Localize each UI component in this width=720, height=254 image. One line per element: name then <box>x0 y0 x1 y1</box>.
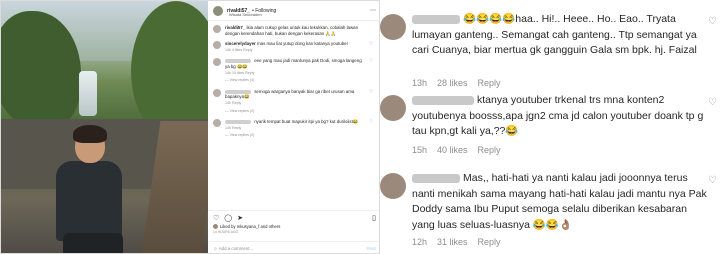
instagram-post: rivaldi57_ • Following Wisata Sekuraden … <box>0 0 380 254</box>
add-comment-bar: ☺ Add a comment... Post <box>208 241 379 253</box>
heart-icon[interactable]: ♡ <box>369 119 373 139</box>
avatar[interactable] <box>213 88 221 97</box>
blurred-username <box>412 95 474 105</box>
photo-person-hair <box>73 125 107 143</box>
comment-meta: 14h Reply <box>225 100 242 105</box>
comment-time: 12h <box>412 237 428 247</box>
avatar[interactable] <box>213 41 221 50</box>
share-icon[interactable]: ➤ <box>237 214 243 222</box>
comment-likes[interactable]: 31 likes <box>437 237 468 247</box>
comment-time: 13h <box>412 78 428 88</box>
view-replies-link[interactable]: — View replies (2) <box>225 133 367 139</box>
post-sidebar: rivaldi57_ • Following Wisata Sekuraden … <box>208 1 379 253</box>
caption: rivaldi57_ ikia alam cukup gelas untuk k… <box>213 25 376 36</box>
blurred-username <box>225 89 251 94</box>
bookmark-icon[interactable]: ▯ <box>372 214 376 222</box>
blurred-username <box>412 14 460 24</box>
post-comment-button[interactable]: Post <box>366 246 376 251</box>
avatar[interactable] <box>213 25 221 33</box>
comment-icon[interactable]: ◯ <box>224 214 232 222</box>
comment-text: mas mau liat yutup dong kan katanya yout… <box>257 41 349 47</box>
add-comment-input[interactable]: Add a comment... <box>219 246 253 251</box>
post-timestamp: 14 HOURS AGO <box>213 230 239 234</box>
comment-text: nyarik tempat buat mapukir itpi ya bg? k… <box>254 119 359 125</box>
likes-text[interactable]: Liked by mkusyana_f and others <box>220 224 280 229</box>
avatar[interactable] <box>380 14 406 40</box>
more-options-icon[interactable]: ⋯ <box>370 7 376 14</box>
likes-summary[interactable]: Liked by mkusyana_f and others <box>213 224 376 229</box>
comment-meta: 14h Reply <box>225 125 242 130</box>
comment-meta: 13h 28 likes Reply <box>412 78 501 88</box>
comment-meta: 14h 4 likes Reply <box>225 47 253 52</box>
comment-meta: 15h 40 likes Reply <box>412 145 501 155</box>
comment-item: nyarik tempat buat mapukir itpi ya bg? k… <box>213 119 376 139</box>
liker-avatar <box>213 224 218 229</box>
post-header: rivaldi57_ • Following Wisata Sekuraden … <box>208 1 379 21</box>
avatar[interactable] <box>380 173 406 199</box>
comment-item: sincerelydayer mas mau liat yutup dong k… <box>213 41 376 53</box>
comment-meta: 14h 10 likes Reply <box>225 70 255 75</box>
comments-list: rivaldi57_ ikia alam cukup gelas untuk k… <box>208 21 379 139</box>
reply-button[interactable]: Reply <box>478 78 501 88</box>
like-heart-icon[interactable]: ♡ <box>213 214 219 222</box>
comment-likes[interactable]: 40 likes <box>437 145 468 155</box>
comment-meta: 12h 31 likes Reply <box>412 237 501 247</box>
blurred-username <box>412 173 460 183</box>
comment-time: 15h <box>412 145 428 155</box>
blurred-username <box>225 59 251 64</box>
comment-item: eee yang mau jadi mantunya pak Dodi, smo… <box>213 58 376 83</box>
avatar[interactable] <box>213 119 221 128</box>
heart-icon[interactable]: ♡ <box>369 41 373 53</box>
zoomed-comments: 😂😂😂😂haa.. Hi!.. Heee.. Ho.. Eao.. Tryata… <box>380 0 720 254</box>
caption-text: ikia alam cukup gelas untuk kau tekukkan… <box>225 25 359 36</box>
heart-icon[interactable]: ♡ <box>708 16 717 27</box>
blurred-username <box>225 119 251 124</box>
post-photo[interactable] <box>1 1 208 253</box>
comment-item: semoga warganya banyak biar ga ribet uru… <box>213 88 376 115</box>
reply-button[interactable]: Reply <box>478 237 501 247</box>
photo-waterfall <box>79 71 97 116</box>
photo-person-body <box>56 161 122 241</box>
caption-username[interactable]: rivaldi57_ <box>225 25 245 30</box>
heart-icon[interactable]: ♡ <box>708 175 717 186</box>
heart-icon[interactable]: ♡ <box>708 97 717 108</box>
heart-icon[interactable]: ♡ <box>369 89 373 114</box>
avatar[interactable] <box>380 95 406 121</box>
comment-username[interactable]: sincerelydayer <box>225 41 256 46</box>
comment-likes[interactable]: 28 likes <box>437 78 468 88</box>
location-label[interactable]: Wisata Sekuraden <box>229 12 262 17</box>
avatar[interactable] <box>213 58 221 67</box>
view-replies-link[interactable]: — View replies (2) <box>225 109 367 115</box>
heart-icon[interactable]: ♡ <box>369 58 373 83</box>
view-replies-link[interactable]: — View replies (4) <box>225 78 367 84</box>
avatar[interactable] <box>213 5 223 16</box>
reply-button[interactable]: Reply <box>478 145 501 155</box>
post-actions: ♡ ◯ ➤ ▯ Liked by mkusyana_f and others 1… <box>208 210 379 234</box>
photo-person-legs <box>63 233 123 253</box>
